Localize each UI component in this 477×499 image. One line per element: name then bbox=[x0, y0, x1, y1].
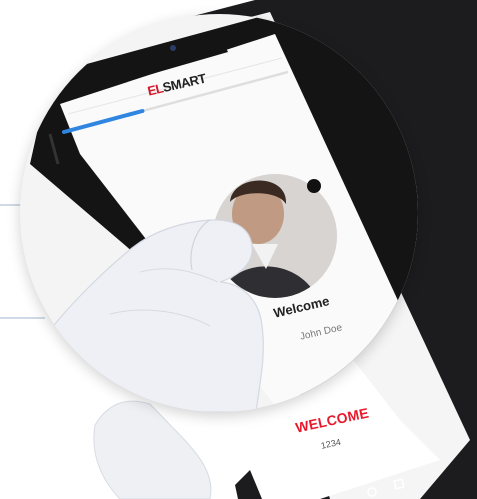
gloved-hand bbox=[39, 219, 264, 412]
magnified-view: ELSMART Welcome John Doe bbox=[20, 14, 418, 412]
scene: WELCOME 1234 ELSMART Welcome John Doe bbox=[0, 0, 477, 499]
status-dot bbox=[307, 179, 321, 193]
